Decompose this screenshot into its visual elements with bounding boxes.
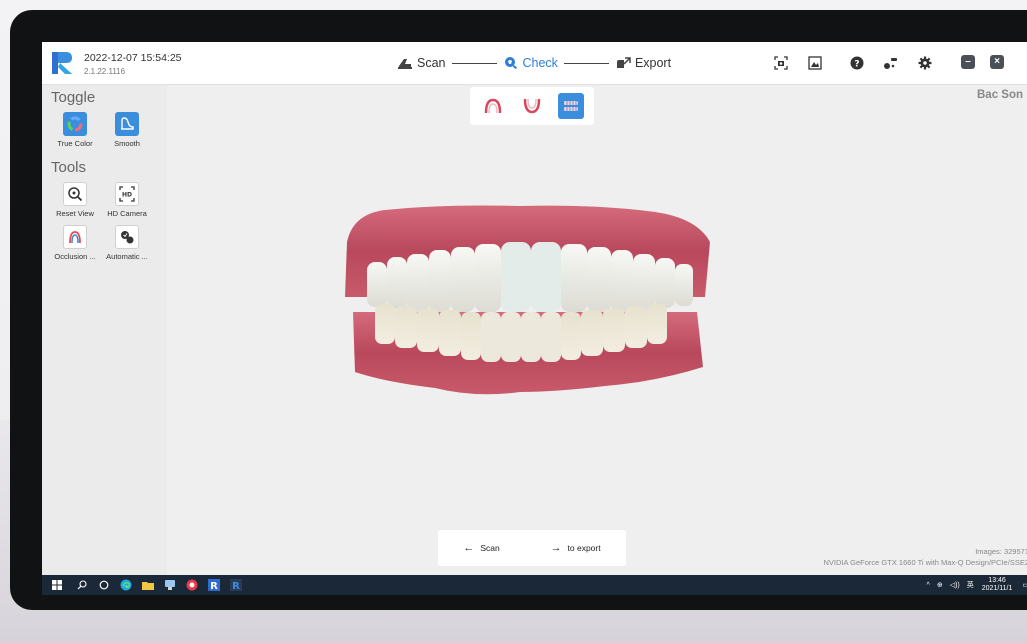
toolbar-icons: ? <box>772 54 950 72</box>
step-connector <box>451 62 497 64</box>
close-button[interactable]: × <box>990 55 1004 69</box>
step-check[interactable]: Check <box>503 56 558 70</box>
back-label: Scan <box>480 543 500 553</box>
search-icon[interactable] <box>76 579 88 591</box>
top-bar: 2022-12-07 15:54:25 2.1.22.1116 Scan Che… <box>42 42 1027 85</box>
svg-text:HD: HD <box>122 192 132 199</box>
clock-time: 13:46 <box>988 577 1006 584</box>
left-sidebar: Toggle True Color Smooth Tools Reset Vie… <box>42 85 167 575</box>
screenshot-icon[interactable] <box>772 54 790 72</box>
svg-text:R: R <box>210 581 218 591</box>
step-check-label: Check <box>522 56 558 70</box>
chevron-up-icon[interactable]: ^ <box>927 582 930 589</box>
magnifier-tooth-icon <box>504 57 517 70</box>
jaw-view-toolbar <box>470 87 594 125</box>
arrow-left-icon: ← <box>463 542 475 554</box>
hd-camera-icon: HD <box>115 182 139 206</box>
settings-gear-icon[interactable] <box>916 54 934 72</box>
lower-jaw-icon <box>523 98 541 114</box>
windows-start-icon[interactable] <box>51 579 63 591</box>
patient-name: Bac Son <box>977 89 1024 101</box>
edge-browser-icon[interactable] <box>120 579 132 591</box>
help-icon[interactable]: ? <box>848 54 866 72</box>
scanner-app-icon[interactable] <box>164 579 176 591</box>
clock[interactable]: 13:46 2021/11/1 <box>982 577 1013 593</box>
reset-view-tool[interactable]: Reset View <box>47 182 103 218</box>
input-language[interactable]: 英 <box>967 580 974 590</box>
gpu-info: NVIDIA GeForce GTX 1660 Ti with Max-Q De… <box>823 558 1027 567</box>
file-explorer-icon[interactable] <box>142 579 154 591</box>
app-r-icon[interactable]: R <box>208 579 220 591</box>
notification-icon[interactable]: ▭ <box>1022 581 1027 589</box>
true-color-toggle[interactable]: True Color <box>47 112 103 148</box>
record-icon[interactable] <box>186 579 198 591</box>
workflow-steps: Scan Check Export <box>397 53 671 73</box>
step-scan-label: Scan <box>417 56 446 70</box>
svg-text:R: R <box>232 581 240 591</box>
step-navigation: ← Scan → to export <box>438 530 626 566</box>
arrow-right-icon: → <box>550 542 562 554</box>
minimize-button[interactable]: – <box>961 55 975 69</box>
smooth-icon <box>115 112 139 136</box>
automatic-tool[interactable]: Automatic ... <box>99 225 155 261</box>
volume-icon[interactable]: ◁)) <box>950 581 960 589</box>
smooth-toggle[interactable]: Smooth <box>99 112 155 148</box>
occlusion-tool[interactable]: Occlusion ... <box>47 225 103 261</box>
both-jaws-icon <box>563 101 578 111</box>
export-icon <box>616 57 631 68</box>
to-export-button[interactable]: → to export <box>551 542 601 554</box>
back-to-scan-button[interactable]: ← Scan <box>463 542 499 554</box>
automatic-label: Automatic ... <box>106 252 148 261</box>
app-version: 2.1.22.1116 <box>84 67 126 76</box>
system-tray: ^ ⊕ ◁)) 英 13:46 2021/11/1 ▭ <box>920 577 1027 593</box>
windows-taskbar: R R ^ ⊕ ◁)) 英 13:46 2021/11/1 ▭ <box>42 575 1027 595</box>
toggle-section-title: Toggle <box>51 89 96 106</box>
tools-section-title: Tools <box>51 159 87 176</box>
hd-camera-tool[interactable]: HD HD Camera <box>99 182 155 218</box>
step-connector <box>563 62 609 64</box>
svg-text:?: ? <box>854 60 859 70</box>
upper-jaw-button[interactable] <box>480 93 506 119</box>
occlusion-icon <box>63 225 87 249</box>
color-wheel-icon <box>63 112 87 136</box>
step-export[interactable]: Export <box>615 56 671 70</box>
image-gallery-icon[interactable] <box>806 54 824 72</box>
upper-jaw-icon <box>485 98 502 114</box>
forward-label: to export <box>567 543 601 553</box>
reset-view-icon <box>63 182 87 206</box>
step-export-label: Export <box>634 56 672 70</box>
occlusion-label: Occlusion ... <box>54 252 96 261</box>
app-screen: 2022-12-07 15:54:25 2.1.22.1116 Scan Che… <box>42 42 1027 595</box>
connect-device-icon[interactable] <box>882 54 900 72</box>
image-count: Images: 329571 <box>975 547 1027 556</box>
both-jaws-button[interactable] <box>557 93 584 119</box>
automatic-icon <box>115 225 139 249</box>
reset-view-label: Reset View <box>56 209 94 218</box>
scanner-icon <box>398 59 412 69</box>
laptop-bezel: 2022-12-07 15:54:25 2.1.22.1116 Scan Che… <box>10 10 1027 610</box>
task-view-icon[interactable] <box>98 579 110 591</box>
smooth-label: Smooth <box>114 139 140 148</box>
true-color-label: True Color <box>57 139 93 148</box>
app-r-active-icon[interactable]: R <box>230 579 242 591</box>
app-logo-icon <box>52 52 72 74</box>
clock-date: 2021/11/1 <box>981 585 1013 592</box>
hd-camera-label: HD Camera <box>107 209 147 218</box>
dental-3d-model[interactable] <box>325 202 715 402</box>
scan-datetime: 2022-12-07 15:54:25 <box>84 52 182 64</box>
network-icon[interactable]: ⊕ <box>937 581 943 589</box>
step-scan[interactable]: Scan <box>397 56 446 70</box>
lower-jaw-button[interactable] <box>519 93 545 119</box>
